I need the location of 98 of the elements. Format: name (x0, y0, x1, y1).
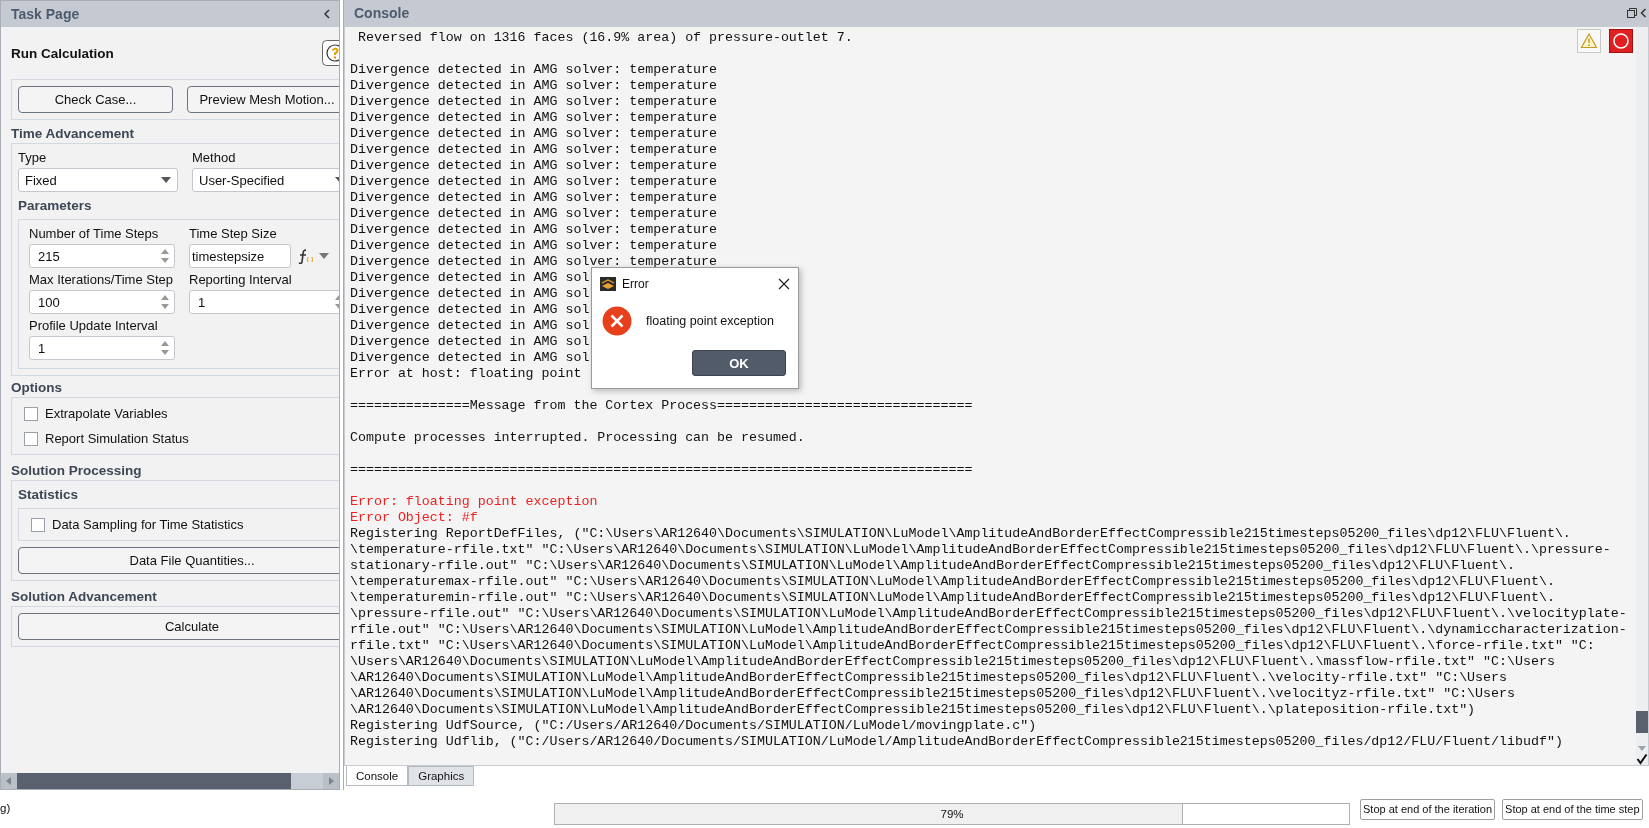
stop-button[interactable]: Stop at end of the time step (1502, 798, 1643, 820)
console-line: ============================================================================== (350, 462, 973, 477)
checkbox-option[interactable]: Data Sampling for Time Statistics (25, 517, 339, 532)
console-line: Divergence detected in AMG solver: temperature (350, 222, 718, 237)
dropdown-arrow-icon[interactable] (319, 253, 329, 259)
console-line: Divergence detected in AMG solver: temperature (350, 254, 718, 269)
console-line: stationary-rfile.out" "C:\Users\AR12640\Documents\SIMULATION\LuModel\AmplitudeAndBorderEffectCompressible215timesteps05200_files\dp12\FLU\Fluent\. (350, 558, 1515, 573)
console-line: Divergence detected in AMG solver: temperature (350, 94, 718, 109)
section-title: Options (11, 379, 63, 397)
console-line: \AR12640\Documents\SIMULATION\LuModel\AmplitudeAndBorderEffectCompressible215timesteps05200_files\dp12\FLU\Fluent\.\velocityz-rfile.txt" "C:\Users (350, 686, 1515, 701)
console-line: Divergence detected in AMG solver: temperature (350, 158, 718, 173)
error-icon (602, 306, 632, 336)
action-button[interactable]: Preview Mesh Motion... (187, 86, 339, 113)
console-line: Divergence detected in AMG solver: temperature (350, 110, 718, 125)
calculate-button[interactable]: Calculate (18, 613, 339, 640)
console-line: Divergence detected in AMG solver: temperature (350, 174, 718, 189)
console-line: Divergence detected in AMG solver: temperature (350, 62, 718, 77)
console-line: Divergence detected in AMG solver: temperature (350, 142, 718, 157)
console-line: Divergence detected in AMG sol (350, 286, 590, 301)
checkbox-option[interactable]: Report Simulation Status (18, 431, 339, 446)
field-label: Number of Time Steps (29, 226, 160, 241)
console-line: ===============Message from the Cortex Process================================ (350, 398, 973, 413)
action-button[interactable]: Check Case... (18, 86, 173, 113)
scrollbar-thumb[interactable] (17, 773, 291, 789)
warning-icon[interactable] (1577, 29, 1601, 53)
dialog-message: floating point exception (646, 314, 774, 328)
console-line: Divergence detected in AMG sol (350, 350, 590, 365)
status-text: g) (0, 802, 11, 814)
field-label: Type (18, 150, 48, 165)
number-field[interactable]: 100 (29, 290, 175, 314)
field-label: Method (192, 150, 237, 165)
panel-title: Task Page (11, 6, 80, 22)
vertical-scrollbar[interactable] (1636, 27, 1648, 765)
console-line: Divergence detected in AMG sol (350, 270, 590, 285)
checkmark-icon[interactable] (1636, 753, 1648, 765)
console-line: \temperaturemin-rfile.out" "C:\Users\AR12640\Documents\SIMULATION\LuModel\AmplitudeAndBorderEffectCompressible215timesteps05200_files\dp12\FLU\Fluent\. (350, 590, 1555, 605)
console-line: Divergence detected in AMG solver: temperature (350, 78, 718, 93)
section-title: Statistics (18, 487, 80, 502)
console-line: Divergence detected in AMG solver: temperature (350, 238, 718, 253)
spinner-icon[interactable] (160, 340, 170, 356)
number-field[interactable]: 1 (189, 290, 339, 314)
page-title: Run Calculation (11, 45, 114, 61)
section-title: Parameters (18, 198, 93, 213)
field-label: Reporting Interval (189, 272, 293, 287)
type-dropdown[interactable]: Fixed (18, 168, 178, 192)
console-line: Divergence detected in AMG sol (350, 318, 590, 333)
spinner-icon[interactable] (160, 294, 170, 310)
console-line: Registering Udflib, ("C:/Users/AR12640/Documents/SIMULATION/LuModel/AmplitudeAndBorderEffectCompressible215timesteps05200_files/dp12/FLU/Fluent/libudf") (350, 734, 1563, 749)
console-line: Registering ReportDefFiles, ("C:\Users\AR12640\Documents\SIMULATION\LuModel\AmplitudeAndBorderEffectCompressible215timesteps05200_files\dp12\FLU\Fluent\. (350, 526, 1571, 541)
console-line: \Users\AR12640\Documents\SIMULATION\LuModel\AmplitudeAndBorderEffectCompressible215timesteps05200_files\dp12\FLU\Fluent\.\massflow-rfile.txt" "C:\Users (350, 654, 1555, 669)
console-line: Reversed flow on 1316 faces (16.9% area) of pressure-outlet 7. (356, 30, 853, 45)
console-line: Divergence detected in AMG solver: temperature (350, 190, 718, 205)
console-line: Divergence detected in AMG solver: temperature (350, 126, 718, 141)
console-line: Divergence detected in AMG sol (350, 302, 590, 317)
progress-label: 79% (940, 808, 964, 820)
console-line: \pressure-rfile.out" "C:\Users\AR12640\Documents\SIMULATION\LuModel\AmplitudeAndBorderEffectCompressible215timesteps05200_files\dp12\FLU\Fluent\.\velocityplate- (350, 606, 1627, 621)
console-line: Divergence detected in AMG sol (350, 334, 590, 349)
number-field[interactable]: 1 (29, 336, 175, 360)
console-line: Registering UdfSource, ("C:/Users/AR12640/Documents/SIMULATION/LuModel/movingplate.c") (350, 718, 1037, 733)
collapse-icon[interactable] (323, 9, 331, 19)
field-label: Profile Update Interval (29, 318, 159, 333)
console-line: Compute processes interrupted. Processing can be resumed. (350, 430, 805, 445)
dialog-title: Error (622, 277, 650, 291)
console-line: Error at host: floating point (350, 366, 582, 381)
app-logo-icon (600, 277, 616, 291)
field-label: Time Step Size (189, 226, 278, 241)
console-title: Console (354, 5, 410, 21)
section-title: Time Advancement (11, 125, 136, 143)
spinner-icon[interactable] (160, 248, 170, 264)
console-line: \AR12640\Documents\SIMULATION\LuModel\AmplitudeAndBorderEffectCompressible215timesteps05200_files\dp12\FLU\Fluent\.\plateposition-rfile.txt") (350, 702, 1476, 717)
error-line: Error Object: #f (350, 510, 478, 525)
function-icon[interactable] (297, 248, 313, 264)
console-line: \AR12640\Documents\SIMULATION\LuModel\AmplitudeAndBorderEffectCompressible215timesteps05200_files\dp12\FLU\Fluent\.\velocity-rfile.txt" "C:\Users (350, 670, 1508, 685)
checkbox-option[interactable]: Extrapolate Variables (18, 406, 339, 421)
restore-window-icon[interactable] (1627, 8, 1637, 18)
stop-button[interactable]: Stop at end of the iteration (1360, 798, 1496, 820)
field-label: Max Iterations/Time Step (29, 272, 174, 287)
console-line: rfile.txt" "C:\Users\AR12640\Documents\SIMULATION\LuModel\AmplitudeAndBorderEffectCompressible215timesteps05200_files\dp12\FLU\Fluent\.\force-rfile.txt" "C: (350, 638, 1595, 653)
scrollbar-thumb[interactable] (1636, 711, 1648, 733)
method-dropdown[interactable]: User-Specified (192, 168, 339, 192)
console-line: rfile.out" "C:\Users\AR12640\Documents\SIMULATION\LuModel\AmplitudeAndBorderEffectCompressible215timesteps05200_files\dp12\FLU\Fluent\.\dynamiccharacterization- (350, 622, 1627, 637)
expression-field[interactable]: timestepsize (189, 244, 291, 268)
ok-button[interactable]: OK (692, 350, 786, 376)
close-icon[interactable] (778, 278, 790, 290)
number-field[interactable]: 215 (29, 244, 175, 268)
console-tab[interactable]: Graphics (408, 766, 475, 786)
section-title: Solution Processing (11, 462, 143, 480)
error-line: Error: floating point exception (350, 494, 598, 509)
console-line: \temperature-rfile.txt" "C:\Users\AR12640\Documents\SIMULATION\LuModel\AmplitudeAndBorderEffectCompressible215timesteps05200_files\dp12\FLU\Fluent\.\pressure- (350, 542, 1611, 557)
console-tab[interactable]: Console (346, 766, 409, 786)
console-line: \temperaturemax-rfile.out" "C:\Users\AR12640\Documents\SIMULATION\LuModel\AmplitudeAndBorderEffectCompressible215timesteps05200_files\dp12\FLU\Fluent\. (350, 574, 1555, 589)
stop-icon[interactable] (1609, 29, 1633, 53)
section-title: Solution Advancement (11, 588, 158, 606)
dropdown-arrow-icon (161, 177, 171, 183)
collapse-icon[interactable] (1640, 8, 1647, 18)
console-line: Divergence detected in AMG solver: temperature (350, 206, 718, 221)
horizontal-scrollbar[interactable] (1, 773, 339, 789)
data-file-quantities-button[interactable]: Data File Quantities... (18, 547, 339, 574)
